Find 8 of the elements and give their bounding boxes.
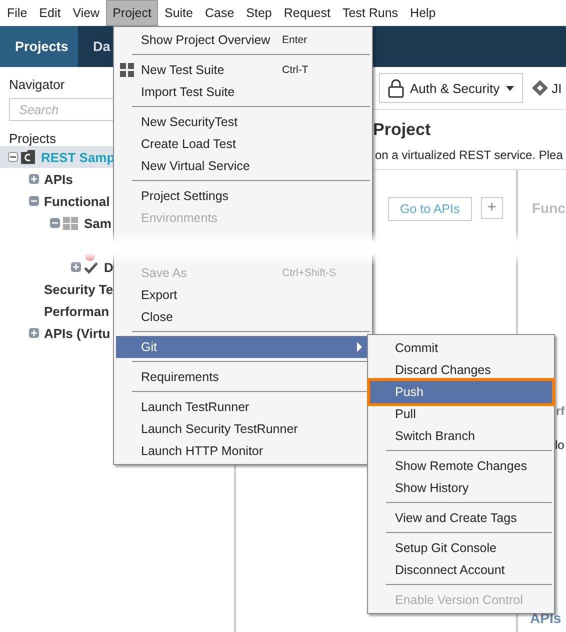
description-text: on a virtualized REST service. Plea [375,148,564,162]
panel-title: Navigator [9,77,65,92]
card-title: APIs [530,610,562,626]
card-text: lo [555,438,564,452]
card-title: rf [556,404,565,418]
card-title: Func [532,200,566,216]
tree-title: Projects [9,131,56,146]
page-heading: Project [373,120,432,140]
